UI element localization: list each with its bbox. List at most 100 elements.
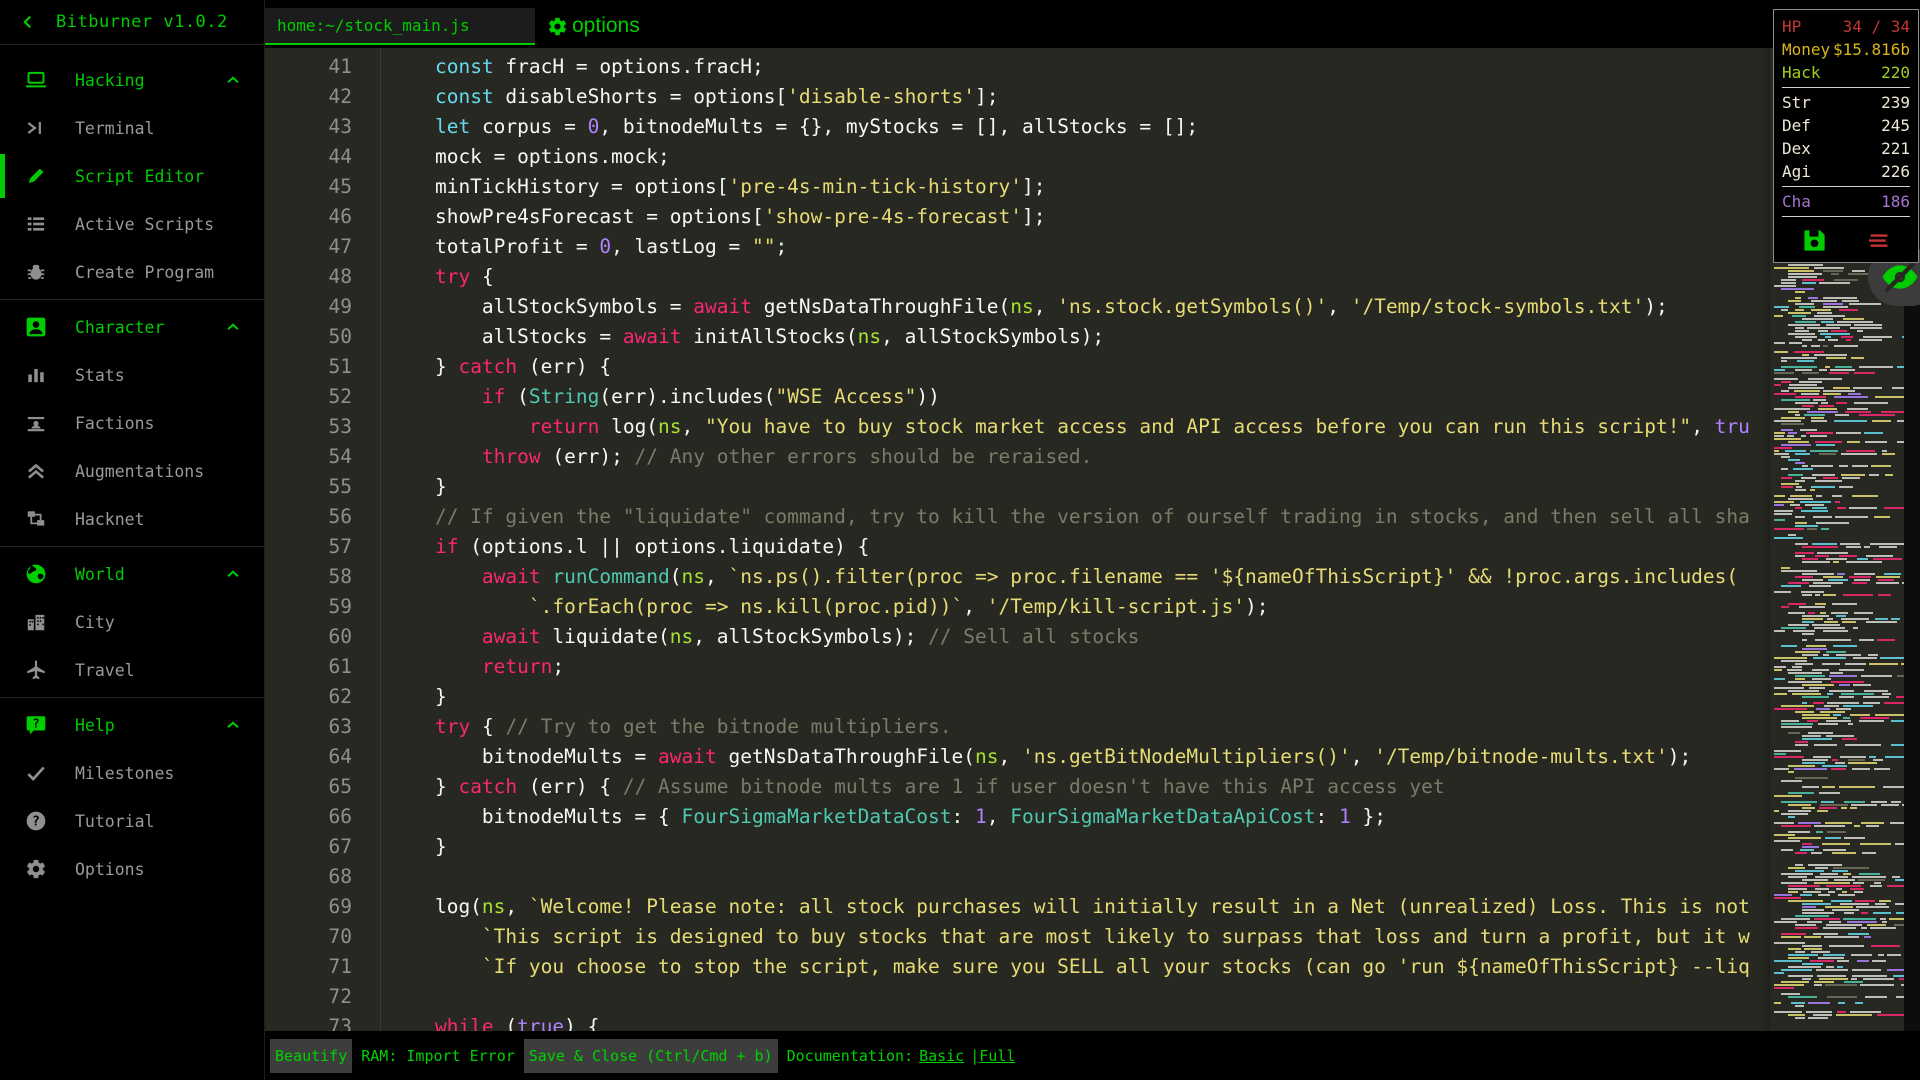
minimap-line [1770, 708, 1904, 710]
minimap-line [1770, 504, 1904, 506]
sidebar-item-factions[interactable]: Factions [0, 399, 264, 447]
minimap-line [1770, 681, 1904, 683]
editor-options-button[interactable]: options [547, 9, 640, 43]
sidebar-section-help[interactable]: ? Help [0, 701, 264, 749]
minimap-line [1770, 357, 1904, 359]
line-number: 48 [328, 265, 352, 288]
sidebar-item-augmentations[interactable]: Augmentations [0, 447, 264, 495]
hack-value: 220 [1881, 63, 1910, 82]
minimap-line [1770, 774, 1904, 776]
sidebar-item-label: Travel [75, 660, 135, 680]
code-token: } [388, 355, 459, 378]
minimap-line [1770, 312, 1904, 314]
minimap-line [1770, 585, 1904, 587]
code-token: , [1350, 745, 1375, 768]
minimap-line [1770, 855, 1904, 857]
code-line: 44 mock = options.mock; [265, 142, 1770, 172]
agi-row: Agi 226 [1782, 160, 1910, 183]
code-token: } [388, 475, 447, 498]
double-chevron-up-icon [25, 460, 47, 482]
minimap-line [1770, 840, 1904, 842]
network-icon [25, 508, 47, 530]
code-token: (err); [540, 445, 635, 468]
svg-text:?: ? [32, 717, 39, 731]
code-editor[interactable]: 41 const fracH = options.fracH; 42 const … [265, 48, 1920, 1031]
airplane-icon [25, 659, 47, 681]
minimap-line [1770, 480, 1904, 482]
minimap-line [1770, 900, 1904, 902]
sidebar-item-hacknet[interactable]: Hacknet [0, 495, 264, 543]
line-number: 64 [328, 745, 352, 768]
agi-label: Agi [1782, 162, 1811, 181]
code-token: String [528, 385, 600, 408]
open-file-tab[interactable]: home:~/stock_main.js [265, 8, 535, 45]
city-icon [25, 611, 47, 633]
minimap-line [1770, 738, 1904, 740]
minimap-line [1770, 759, 1904, 761]
minimap-line [1770, 852, 1904, 854]
minimap-line [1770, 861, 1904, 863]
sidebar-item-travel[interactable]: Travel [0, 646, 264, 694]
collapse-sidebar-button[interactable] [0, 13, 56, 31]
code-token: ; [775, 235, 788, 258]
code-token: allStocks = [388, 325, 623, 348]
minimap-line [1770, 363, 1904, 365]
divider [1782, 186, 1910, 187]
code-token: ); [1644, 295, 1668, 318]
pencil-icon [25, 165, 47, 187]
code-token: )) [916, 385, 940, 408]
code-area[interactable]: 41 const fracH = options.fracH; 42 const … [265, 52, 1770, 1031]
sidebar-item-milestones[interactable]: Milestones [0, 749, 264, 797]
minimap-line [1770, 915, 1904, 917]
terminal-icon [25, 117, 47, 139]
red-menu-icon[interactable] [1865, 227, 1892, 254]
documentation-full-link[interactable]: Full [979, 1047, 1015, 1065]
hp-row: HP 34 / 34 [1782, 15, 1910, 38]
sidebar-section-world[interactable]: World [0, 550, 264, 598]
sidebar-section-character[interactable]: Character [0, 303, 264, 351]
sidebar-section-hacking[interactable]: Hacking [0, 56, 264, 104]
eye-slash-icon [1882, 261, 1918, 293]
save-floppy-icon[interactable] [1801, 227, 1828, 254]
sidebar-item-tutorial[interactable]: ? Tutorial [0, 797, 264, 845]
minimap-line [1770, 378, 1904, 380]
beautify-button[interactable]: Beautify [270, 1038, 353, 1073]
save-close-button[interactable]: Save & Close (Ctrl/Cmd + b) [523, 1038, 778, 1073]
globe-icon [25, 563, 47, 585]
code-line: 65 } catch (err) { // Assume bitnode mul… [265, 772, 1770, 802]
code-token: : [951, 805, 976, 828]
editor-toolbar: Beautify RAM: Import Error Save & Close … [265, 1031, 1920, 1080]
minimap-line [1770, 471, 1904, 473]
str-value: 239 [1881, 93, 1910, 112]
line-number: 58 [328, 565, 352, 588]
minimap-line [1770, 930, 1904, 932]
sidebar-header: Bitburner v1.0.2 [0, 0, 264, 45]
code-line: 56 // If given the "liquidate" command, … [265, 502, 1770, 532]
question-circle-icon: ? [25, 810, 47, 832]
minimap-line [1770, 933, 1904, 935]
code-token: catch [458, 775, 518, 798]
code-token: bitnodeMults = { [388, 805, 682, 828]
code-token: { [470, 715, 506, 738]
documentation-basic-link[interactable]: Basic [919, 1047, 964, 1065]
minimap-line [1770, 612, 1904, 614]
code-token: let [434, 115, 471, 138]
code-token: if [481, 385, 506, 408]
sidebar-item-script-editor[interactable]: Script Editor [0, 152, 264, 200]
sidebar-section-label: World [75, 564, 125, 584]
code-token: // Any other errors should be reraised. [634, 445, 1093, 468]
hack-row: Hack 220 [1782, 61, 1910, 84]
sidebar-item-active-scripts[interactable]: Active Scripts [0, 200, 264, 248]
sidebar-item-options[interactable]: Options [0, 845, 264, 893]
sidebar-item-terminal[interactable]: Terminal [0, 104, 264, 152]
sidebar-item-city[interactable]: City [0, 598, 264, 646]
minimap-line [1770, 405, 1904, 407]
minimap-line [1770, 999, 1904, 1001]
cha-row: Cha 186 [1782, 190, 1910, 213]
sidebar-item-stats[interactable]: Stats [0, 351, 264, 399]
code-token: 'disable-shorts' [787, 85, 976, 108]
sidebar-item-create-program[interactable]: Create Program [0, 248, 264, 296]
chevron-up-icon [224, 71, 242, 89]
minimap-line [1770, 330, 1904, 332]
